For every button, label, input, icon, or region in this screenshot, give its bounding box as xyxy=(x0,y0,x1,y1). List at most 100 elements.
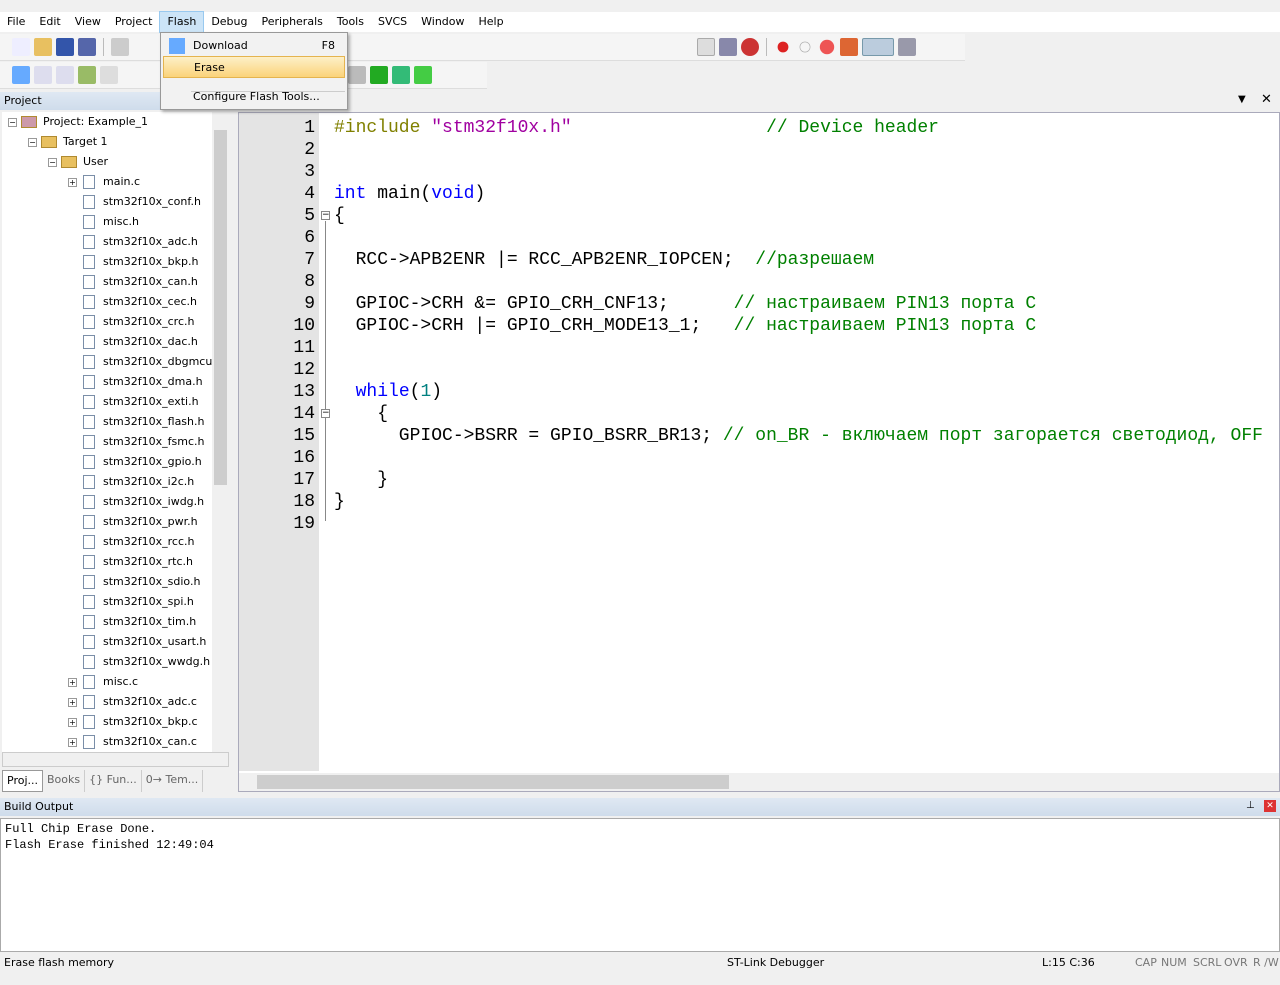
expand-icon[interactable]: + xyxy=(68,677,77,687)
tab-templates[interactable]: 0→ Tem... xyxy=(142,770,204,792)
menu-project[interactable]: Project xyxy=(108,12,160,32)
tab-project[interactable]: Proj... xyxy=(2,770,43,792)
open-icon[interactable] xyxy=(34,38,52,56)
tree-group[interactable]: − User xyxy=(48,152,108,172)
tree-file[interactable]: + stm32f10x_adc.c xyxy=(68,692,197,712)
tree-file[interactable]: stm32f10x_rcc.h xyxy=(68,532,194,552)
tree-file[interactable]: stm32f10x_crc.h xyxy=(68,312,194,332)
menu-debug[interactable]: Debug xyxy=(204,12,254,32)
fold-icon[interactable]: − xyxy=(321,211,330,220)
kill-breakpoints-icon[interactable] xyxy=(819,39,835,55)
breakpoint-disabled-icon[interactable] xyxy=(799,41,811,53)
debug-icon[interactable] xyxy=(741,38,759,56)
menu-item-download[interactable]: Download F8 xyxy=(163,35,345,57)
line-number: 8 xyxy=(304,272,315,292)
tree-file[interactable]: stm32f10x_sdio.h xyxy=(68,572,200,592)
tree-file[interactable]: stm32f10x_pwr.h xyxy=(68,512,198,532)
tree-file[interactable]: + stm32f10x_can.c xyxy=(68,732,197,752)
code-editor[interactable]: 1 #include "stm32f10x.h" // Device header… xyxy=(238,112,1280,792)
tree-file[interactable]: stm32f10x_gpio.h xyxy=(68,452,202,472)
close-icon[interactable]: ✕ xyxy=(1264,800,1276,812)
project-vertical-scrollbar[interactable] xyxy=(212,112,229,752)
menu-item-configure-flash-tools[interactable]: Configure Flash Tools... xyxy=(163,86,345,108)
tree-file[interactable]: misc.h xyxy=(68,212,139,232)
menu-item-erase[interactable]: Erase xyxy=(163,56,345,78)
menu-help[interactable]: Help xyxy=(472,12,511,32)
file-name: stm32f10x_crc.h xyxy=(103,315,195,328)
editor-horizontal-scrollbar[interactable] xyxy=(239,773,1279,791)
menu-view[interactable]: View xyxy=(68,12,108,32)
build-icon[interactable] xyxy=(34,66,52,84)
pack-installer-icon[interactable] xyxy=(392,66,410,84)
tree-file[interactable]: stm32f10x_cec.h xyxy=(68,292,197,312)
window-layout-button[interactable] xyxy=(862,38,894,56)
cut-icon[interactable] xyxy=(111,38,129,56)
build-output[interactable]: Full Chip Erase Done. Flash Erase finish… xyxy=(0,818,1280,952)
breakpoint-icon[interactable] xyxy=(777,41,789,53)
tree-file[interactable]: stm32f10x_iwdg.h xyxy=(68,492,204,512)
stop-build-icon[interactable] xyxy=(100,66,118,84)
file-icon xyxy=(83,415,95,429)
tab-functions[interactable]: {} Fun... xyxy=(85,770,142,792)
tree-file[interactable]: stm32f10x_bkp.h xyxy=(68,252,198,272)
rte-icon[interactable] xyxy=(414,66,432,84)
clear-breakpoints-icon[interactable] xyxy=(840,38,858,56)
close-icon[interactable]: ✕ xyxy=(1261,92,1272,107)
tree-file[interactable]: + stm32f10x_bkp.c xyxy=(68,712,198,732)
code-line: int main(void) xyxy=(334,183,485,205)
tree-file[interactable]: stm32f10x_exti.h xyxy=(68,392,199,412)
fold-icon[interactable]: − xyxy=(321,409,330,418)
tree-file[interactable]: stm32f10x_dbgmcu. xyxy=(68,352,212,372)
tree-target[interactable]: − Target 1 xyxy=(28,132,108,152)
select-packs-icon[interactable] xyxy=(370,66,388,84)
scroll-thumb[interactable] xyxy=(257,775,729,789)
rebuild-icon[interactable] xyxy=(56,66,74,84)
expand-icon[interactable]: + xyxy=(68,697,77,707)
tree-file[interactable]: stm32f10x_rtc.h xyxy=(68,552,193,572)
tree-file[interactable]: stm32f10x_can.h xyxy=(68,272,198,292)
menu-peripherals[interactable]: Peripherals xyxy=(255,12,330,32)
scroll-thumb[interactable] xyxy=(214,130,227,485)
file-icon xyxy=(83,715,95,729)
tree-file[interactable]: stm32f10x_fsmc.h xyxy=(68,432,204,452)
tree-file[interactable]: + misc.c xyxy=(68,672,138,692)
new-file-icon[interactable] xyxy=(12,38,30,56)
batch-build-icon[interactable] xyxy=(78,66,96,84)
tree-file[interactable]: stm32f10x_dac.h xyxy=(68,332,198,352)
tree-file[interactable]: stm32f10x_adc.h xyxy=(68,232,198,252)
line-number: 19 xyxy=(293,514,315,534)
tree-file[interactable]: stm32f10x_flash.h xyxy=(68,412,204,432)
expand-icon[interactable]: + xyxy=(68,717,77,727)
project-horizontal-scrollbar[interactable] xyxy=(2,752,229,767)
expand-icon[interactable]: + xyxy=(68,177,77,187)
menu-svcs[interactable]: SVCS xyxy=(371,12,414,32)
target-dropdown[interactable] xyxy=(697,38,715,56)
menu-window[interactable]: Window xyxy=(414,12,471,32)
tree-file[interactable]: stm32f10x_wwdg.h xyxy=(68,652,210,672)
tree-file[interactable]: stm32f10x_dma.h xyxy=(68,372,203,392)
tree-file[interactable]: stm32f10x_tim.h xyxy=(68,612,196,632)
menu-flash[interactable]: Flash xyxy=(159,11,205,33)
save-icon[interactable] xyxy=(56,38,74,56)
translate-icon[interactable] xyxy=(12,66,30,84)
expand-icon[interactable]: + xyxy=(68,737,77,747)
tree-file[interactable]: + main.c xyxy=(68,172,140,192)
file-icon xyxy=(83,335,95,349)
menu-file[interactable]: File xyxy=(0,12,32,32)
tree-file[interactable]: stm32f10x_i2c.h xyxy=(68,472,194,492)
tree-file[interactable]: stm32f10x_usart.h xyxy=(68,632,206,652)
panel-dropdown-icon[interactable]: ▼ xyxy=(1238,94,1246,105)
tree-file[interactable]: stm32f10x_spi.h xyxy=(68,592,194,612)
pin-icon[interactable]: ⊥ xyxy=(1246,800,1255,811)
tree-root[interactable]: − Project: Example_1 xyxy=(8,112,148,132)
tree-file[interactable]: stm32f10x_conf.h xyxy=(68,192,201,212)
tab-books[interactable]: Books xyxy=(43,770,86,792)
manage-icon[interactable] xyxy=(348,66,366,84)
find-icon[interactable] xyxy=(719,38,737,56)
save-all-icon[interactable] xyxy=(78,38,96,56)
line-number: 3 xyxy=(304,162,315,182)
menu-edit[interactable]: Edit xyxy=(32,12,67,32)
menu-tools[interactable]: Tools xyxy=(330,12,371,32)
wrench-icon[interactable] xyxy=(898,38,916,56)
code-line: GPIOC->CRH |= GPIO_CRH_MODE13_1; // наст… xyxy=(334,315,1037,337)
